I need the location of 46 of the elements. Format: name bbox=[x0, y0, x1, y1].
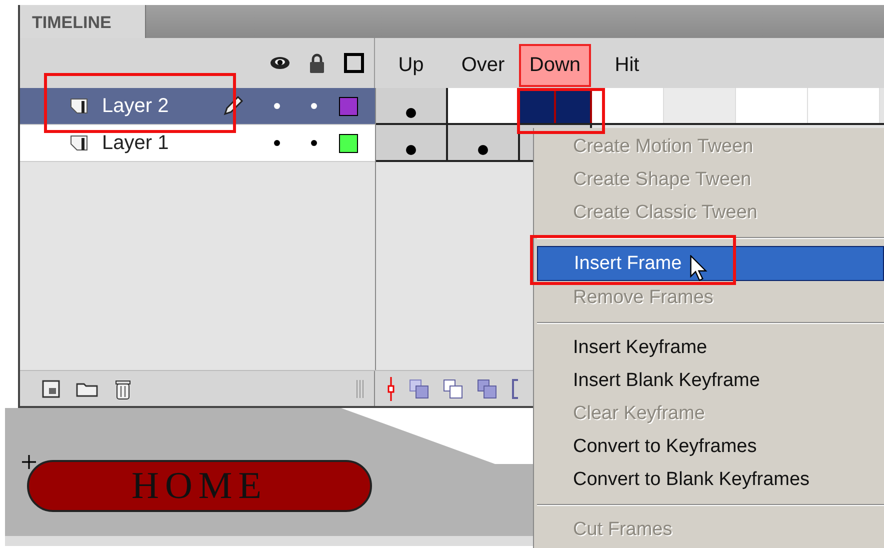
registration-mark-icon bbox=[22, 455, 36, 469]
frame-label[interactable]: Over bbox=[447, 44, 519, 87]
frame-label[interactable]: Hit bbox=[591, 44, 663, 87]
layer-name: Layer 1 bbox=[102, 132, 170, 154]
lock-icon[interactable] bbox=[309, 53, 325, 73]
bracket-icon[interactable] bbox=[511, 378, 519, 398]
resize-grip-icon[interactable] bbox=[356, 378, 366, 398]
menu-item[interactable]: Convert to Blank Keyframes bbox=[537, 463, 884, 496]
keyframe-dot-icon bbox=[406, 145, 416, 155]
menu-item[interactable]: Insert Keyframe bbox=[537, 331, 884, 364]
visibility-dot-icon[interactable] bbox=[274, 140, 280, 146]
visibility-dot-icon[interactable] bbox=[311, 140, 317, 146]
edit-frames-icon[interactable] bbox=[477, 378, 497, 398]
home-button-shape: HOME bbox=[27, 460, 372, 512]
pencil-icon bbox=[222, 95, 244, 117]
layer-icon bbox=[70, 98, 88, 114]
keyframe-cell[interactable] bbox=[448, 125, 520, 160]
menu-item[interactable]: Insert Frame bbox=[537, 246, 884, 281]
menu-item[interactable]: Insert Blank Keyframe bbox=[537, 364, 884, 397]
keyframe-dot-icon bbox=[478, 145, 488, 155]
folder-icon[interactable] bbox=[76, 380, 98, 396]
layer-row[interactable]: Layer 1 bbox=[20, 125, 375, 162]
menu-item[interactable]: Convert to Keyframes bbox=[537, 430, 884, 463]
outline-icon[interactable] bbox=[344, 53, 364, 73]
visibility-dot-icon[interactable] bbox=[274, 103, 280, 109]
selected-frame-cell[interactable] bbox=[556, 88, 592, 123]
layer-name: Layer 2 bbox=[102, 94, 170, 118]
frame-label[interactable]: Up bbox=[375, 44, 447, 87]
visibility-dot-icon[interactable] bbox=[311, 103, 317, 109]
trash-icon[interactable] bbox=[114, 378, 132, 400]
frame-label[interactable]: Down bbox=[519, 44, 591, 87]
keyframe-cell[interactable] bbox=[376, 88, 448, 123]
onion-skin-icon[interactable] bbox=[409, 378, 429, 398]
layer-icon bbox=[70, 135, 88, 151]
new-layer-icon[interactable] bbox=[42, 380, 60, 398]
layer-row[interactable]: Layer 2 bbox=[20, 88, 375, 125]
eye-icon[interactable] bbox=[270, 56, 290, 70]
cursor-icon bbox=[690, 255, 709, 282]
selected-frame-cell[interactable] bbox=[520, 88, 556, 123]
keyframe-cell[interactable] bbox=[376, 125, 448, 160]
timeline-tab[interactable]: TIMELINE bbox=[20, 5, 146, 38]
onion-outline-icon[interactable] bbox=[443, 378, 463, 398]
layer-color-swatch[interactable] bbox=[339, 96, 358, 116]
layer-color-swatch[interactable] bbox=[339, 134, 358, 152]
playhead-icon[interactable] bbox=[387, 376, 395, 400]
keyframe-dot-icon bbox=[406, 108, 416, 118]
